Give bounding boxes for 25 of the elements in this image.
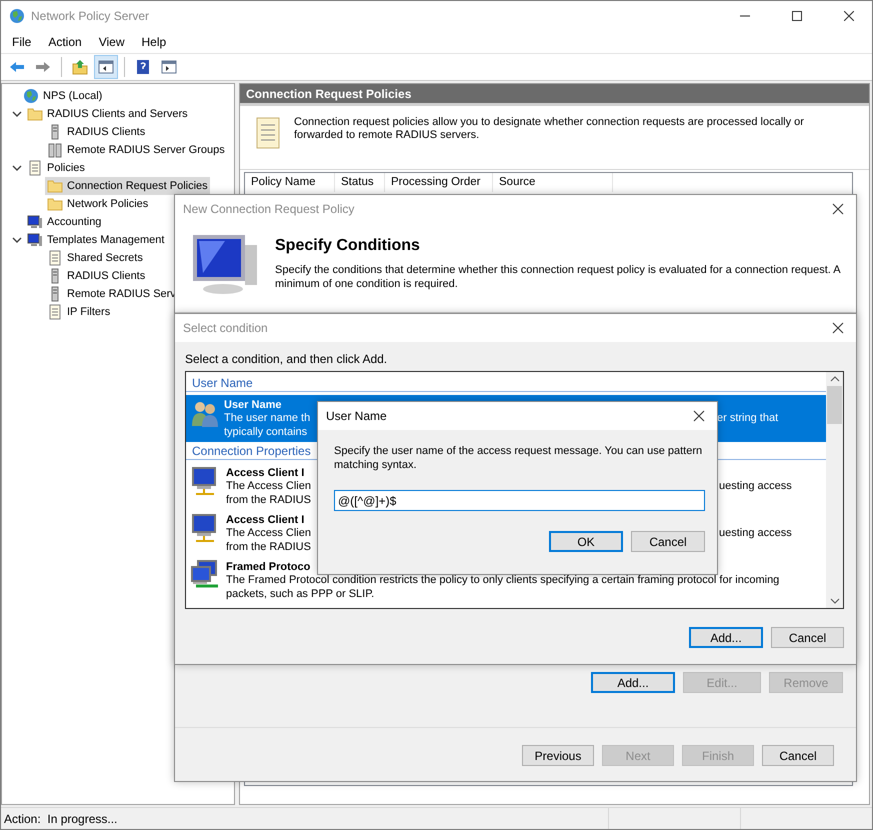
condition-description: uesting access [719,480,792,494]
condition-description: uesting access [719,527,792,540]
dialog-title: New Connection Request Policy [183,202,354,216]
condition-title: Access Client I [226,513,304,527]
wizard-heading: Specify Conditions [275,237,421,255]
condition-description: from the RADIUS [226,494,311,507]
condition-title: Framed Protoco [226,560,310,574]
wizard-description: Specify the conditions that determine whether this connection request policy is evaluated for a connection request. A minimum of one condition is required. [275,263,842,291]
condition-description: typically contains [224,426,308,439]
window-title: Network Policy Server [31,9,150,23]
pane-title: Connection Request Policies [240,84,869,106]
group-header: User Name [186,375,826,392]
condition-description: The Framed Protocol condition restricts the policy to only clients specifying a certain framing protocol for incoming [226,574,780,588]
info-text: Connection request policies allow you to designate whether connection requests are processed locally or forwarded to remote RADIUS servers. [294,116,805,143]
status-text: Action: In progress... [3,811,118,828]
condition-description: from the RADIUS [226,540,311,554]
condition-description: The Access Clien [226,527,311,540]
condition-title: User Name [224,398,282,412]
condition-title: Access Client I [226,466,304,480]
condition-description: The user name th [224,412,310,426]
instruction-text: Select a condition, and then click Add. [185,352,388,366]
dialog-title: Select condition [183,321,268,335]
dialog-title: User Name [326,409,387,423]
condition-description: packets, such as PPP or SLIP. [226,588,374,601]
condition-description: The Access Clien [226,480,311,494]
